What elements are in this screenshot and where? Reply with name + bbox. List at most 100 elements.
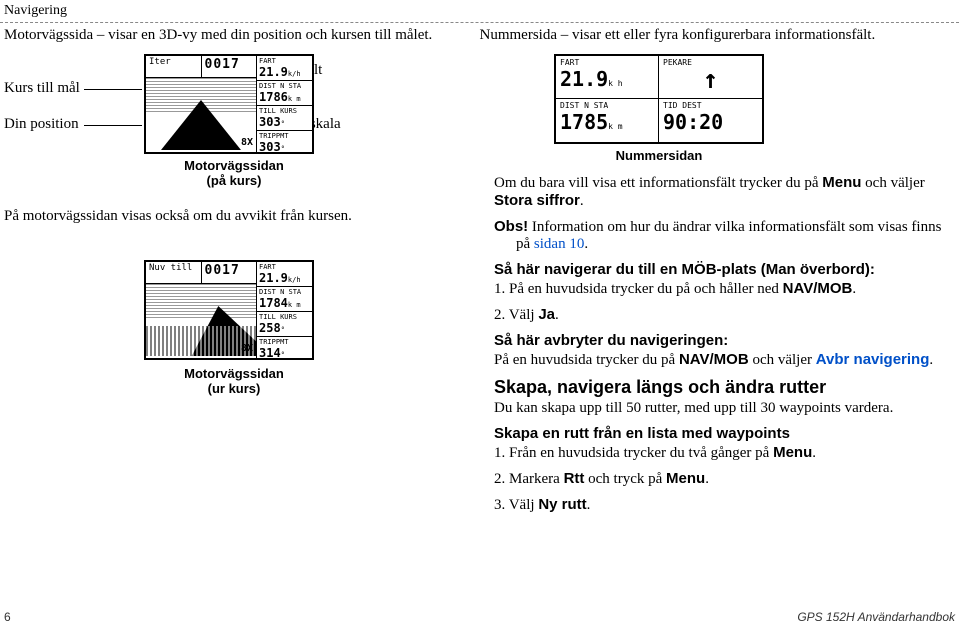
text-fragment: och väljer [749,352,816,368]
step-mob-2: 2. Välj Ja. [494,306,955,324]
side-label: DIST N STA [259,82,310,90]
gps-screen-off-course: Nuv till 0017 8X FART [144,260,314,360]
side-value: 303 [259,140,281,154]
document-title: GPS 152H Användarhandbok [797,610,955,624]
page-link[interactable]: sidan 10 [534,236,584,252]
top-right-cell: 0017 [202,262,257,283]
stora-siffror-keyword: Stora siffror [494,192,580,209]
page-number: 6 [4,610,11,624]
top-left-label: Nuv till [149,263,192,273]
side-value: 21.9 [259,271,288,285]
top-value: 0017 [205,263,240,278]
ny-rutt-keyword: Ny rutt [538,496,586,513]
text-fragment: . [555,307,559,323]
side-cell: TRIPPMT 303° [257,131,312,155]
number-screen-wrap: FART 21.9k h PEKARE ↑ DIST N STA 1785k m… [494,54,955,174]
side-unit: k/h [288,276,301,284]
num-unit: k h [608,79,622,88]
para-skapa-sub: Du kan skapa upp till 50 rutter, med upp… [494,400,955,417]
side-label: TRIPPMT [259,132,310,140]
off-course-ground [146,326,256,356]
heading-skapa-lista: Skapa en rutt från en lista med waypoint… [494,425,955,442]
num-label: TID DEST [663,101,758,110]
top-right-cell: 0017 [202,56,257,77]
ja-keyword: Ja [538,306,555,323]
road-3d-view: 8X [146,284,256,356]
side-cell: TILL KURS 258° [257,312,312,337]
pointer-arrow-icon: ↑ [663,67,758,93]
rtt-keyword: Rtt [564,470,585,487]
side-label: TILL KURS [259,313,310,321]
obs-label: Obs! [494,218,528,235]
heading-mob: Så här navigerar du till en MÖB-plats (M… [494,261,955,278]
side-unit: k m [288,301,301,309]
side-value: 1786 [259,90,288,104]
caption-on-course: Motorvägssidan (på kurs) [154,158,314,188]
heading-skapa-rutter: Skapa, navigera längs och ändra rutter [494,377,955,398]
para-info-field: Om du bara vill visa ett informationsfäl… [494,174,955,210]
leader-line [84,125,142,126]
side-label: TILL KURS [259,107,310,115]
side-value: 1784 [259,296,288,310]
number-screen-caption: Nummersidan [554,148,764,163]
gps-screen-on-course: Iter 0017 8X FART 21.9k [144,54,314,154]
menu-keyword: Menu [773,444,812,461]
text-fragment: . [852,281,856,297]
label-din-position: Din position [4,116,79,133]
right-text-body: Om du bara vill visa ett informationsfäl… [494,174,955,514]
heading-avbryt: Så här avbryter du navigeringen: [494,332,955,349]
side-cell: FART 21.9k/h [257,56,312,81]
text-fragment: 3. Välj [494,497,538,513]
off-course-text: På motorvägssidan visas också om du avvi… [4,208,352,225]
para-obs: Obs! Information om hur du ändrar vilka … [494,218,955,253]
leader-line [84,89,142,90]
step-mob-1: 1. På en huvudsida trycker du på och hål… [494,280,955,298]
step-rutt-3: 3. Välj Ny rutt. [494,496,955,514]
side-unit: ° [281,145,285,153]
side-value: 303 [259,115,281,129]
screen-main: Nuv till 0017 8X [146,262,257,358]
label-kurs-till-mal: Kurs till mål [4,80,80,97]
side-unit: k m [288,95,301,103]
col-right: FART 21.9k h PEKARE ↑ DIST N STA 1785k m… [474,54,955,522]
road-triangle-icon [161,100,241,150]
text-fragment: . [929,352,933,368]
content-row: Kurs till mål Din position Datafält Zoom… [0,54,959,522]
num-value: 21.9 [560,67,608,91]
side-label: DIST N STA [259,288,310,296]
side-unit: ° [281,351,285,359]
caption-off-course: Motorvägssidan (ur kurs) [154,366,314,396]
page-section-title: Navigering [4,3,67,18]
text-fragment: och tryck på [584,471,666,487]
top-value: 0017 [205,57,240,72]
side-value: 258 [259,321,281,335]
zoom-text: 8X [241,137,253,148]
caption-line1: Motorvägssidan [184,158,284,173]
text-fragment: 2. Markera [494,471,564,487]
top-left-cell: Iter [146,56,202,77]
num-label: DIST N STA [560,101,654,110]
step-rutt-1: 1. Från en huvudsida trycker du två gång… [494,444,955,462]
text-fragment: 1. På en huvudsida trycker du på och hål… [494,281,783,297]
menu-keyword: Menu [822,174,861,191]
text-fragment: och väljer [861,175,924,191]
diagram-off-course: Nuv till 0017 8X FART [4,260,474,430]
avbr-navigering-keyword: Avbr navigering [816,351,930,368]
text-fragment: 1. Från en huvudsida trycker du två gång… [494,445,773,461]
top-left-cell: Nuv till [146,262,202,283]
num-value: 90:20 [663,110,723,134]
caption-line2: (ur kurs) [208,381,261,396]
screen-top-row: Nuv till 0017 [146,262,256,284]
text-fragment: . [584,236,588,252]
navmob-keyword: NAV/MOB [783,280,853,297]
side-cell: TILL KURS 303° [257,106,312,131]
screen-top-row: Iter 0017 [146,56,256,78]
side-label: FART [259,263,310,271]
screen-side-fields: FART 21.9k/h DIST N STA 1784k m TILL KUR… [257,262,312,358]
side-label: FART [259,57,310,65]
side-cell: FART 21.9k/h [257,262,312,287]
num-unit: k m [608,122,622,131]
col-left: Kurs till mål Din position Datafält Zoom… [4,54,474,522]
caption-line2: (på kurs) [207,173,262,188]
side-unit: k/h [288,70,301,78]
